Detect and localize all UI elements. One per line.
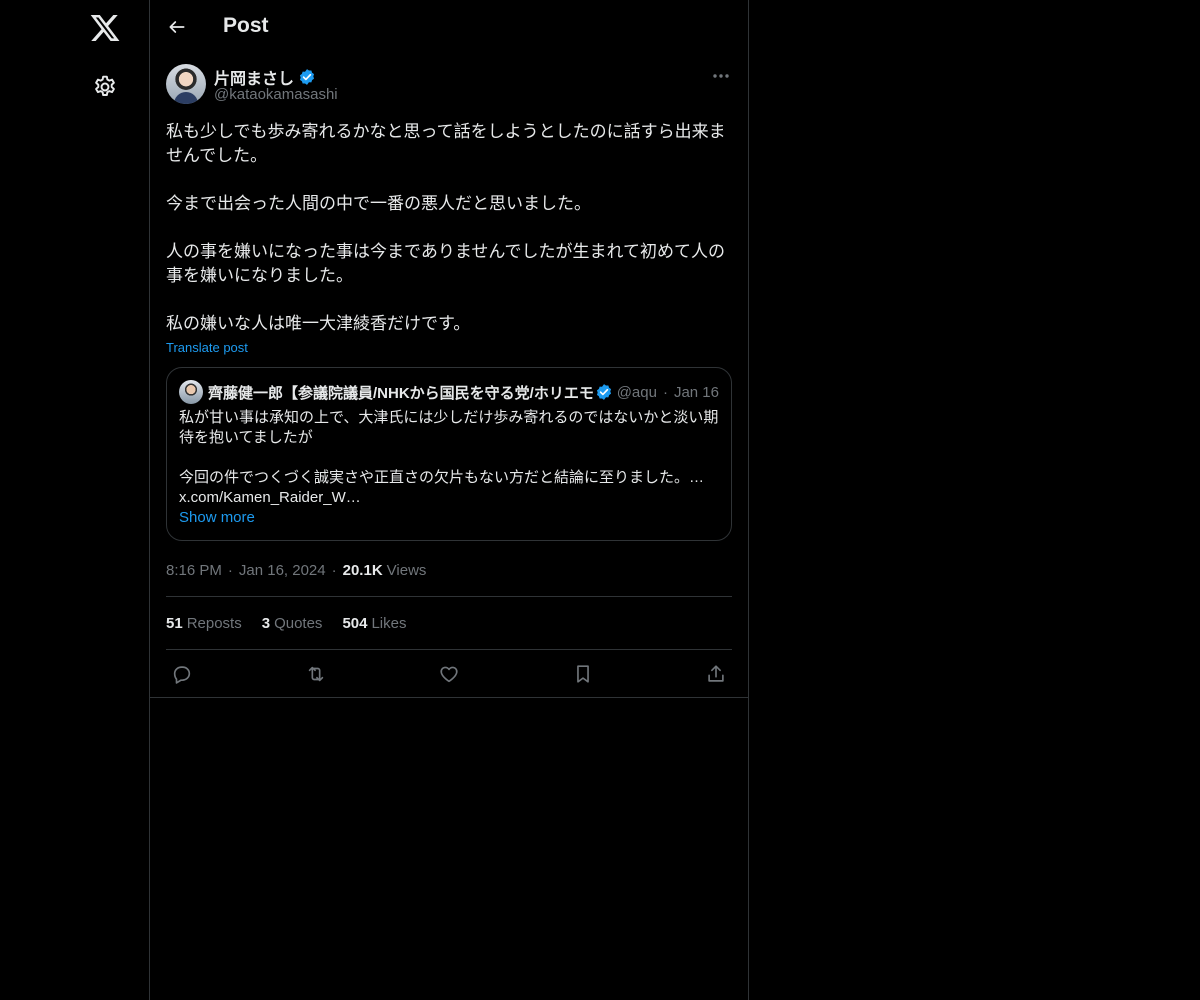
page-title: Post: [223, 14, 269, 37]
quotes-count: 3: [261, 614, 271, 632]
reposts-label: Reposts: [186, 614, 242, 632]
likes-stat[interactable]: 504 Likes: [342, 615, 406, 632]
reply-icon[interactable]: [171, 663, 193, 685]
app: Post 片岡まさし @kataokamasashi 私も少しでも歩み寄れるかな…: [0, 0, 1200, 1000]
quoted-author-handle[interactable]: @aqu: [617, 384, 657, 401]
quoted-author-name[interactable]: 齊藤健一郎【参議院議員/NHKから国民を守る党/ホリエモ: [208, 382, 593, 403]
separator-dot: ·: [662, 383, 668, 401]
x-logo-icon[interactable]: [89, 12, 121, 44]
share-icon[interactable]: [705, 663, 727, 685]
quotes-stat[interactable]: 3 Quotes: [262, 615, 323, 632]
views-label: Views: [386, 561, 427, 579]
post: 片岡まさし @kataokamasashi 私も少しでも歩み寄れるかなと思って話…: [150, 64, 748, 698]
post-author: 片岡まさし @kataokamasashi: [166, 64, 732, 116]
quoted-post[interactable]: 齊藤健一郎【参議院議員/NHKから国民を守る党/ホリエモ @aqu · Jan …: [166, 367, 732, 541]
page-header: Post: [150, 0, 748, 54]
post-time[interactable]: 8:16 PM: [166, 562, 222, 579]
verified-badge-icon[interactable]: [298, 68, 316, 86]
quoted-avatar[interactable]: [179, 380, 203, 404]
post-date[interactable]: Jan 16, 2024: [239, 562, 326, 579]
avatar[interactable]: [166, 64, 206, 104]
quoted-post-text: 私が甘い事は承知の上で、大津氏には少しだけ歩み寄れるのではないかと淡い期待を抱い…: [179, 409, 719, 506]
like-icon[interactable]: [438, 663, 460, 685]
quoted-post-date[interactable]: Jan 16: [674, 384, 719, 401]
quotes-label: Quotes: [274, 614, 323, 632]
main-column: Post 片岡まさし @kataokamasashi 私も少しでも歩み寄れるかな…: [149, 0, 749, 1000]
post-text: 私も少しでも歩み寄れるかなと思って話をしようとしたのに話すら出来ませんでした。 …: [166, 122, 726, 333]
bookmark-icon[interactable]: [572, 663, 594, 685]
gear-icon[interactable]: [92, 74, 118, 100]
left-rail: [0, 0, 150, 1000]
repost-icon[interactable]: [305, 663, 327, 685]
separator-dot: ·: [331, 561, 337, 579]
post-actions: [166, 650, 732, 697]
arrow-left-icon[interactable]: [164, 14, 190, 40]
reposts-count: 51: [166, 614, 183, 632]
divider: [150, 697, 748, 698]
translate-post-link[interactable]: Translate post: [166, 340, 248, 355]
show-more-link[interactable]: Show more: [179, 508, 719, 528]
more-icon[interactable]: [710, 66, 732, 86]
views-count: 20.1K: [342, 561, 383, 579]
separator-dot: ·: [227, 561, 233, 579]
likes-count: 504: [342, 614, 368, 632]
post-stats: 51 Reposts 3 Quotes 504 Likes: [166, 597, 732, 649]
verified-badge-icon: [595, 383, 613, 401]
author-handle[interactable]: @kataokamasashi: [214, 86, 338, 103]
quoted-post-header: 齊藤健一郎【参議院議員/NHKから国民を守る党/ホリエモ @aqu · Jan …: [179, 380, 719, 404]
post-meta: 8:16 PM · Jan 16, 2024 · 20.1K Views: [166, 559, 732, 581]
likes-label: Likes: [371, 614, 407, 632]
reposts-stat[interactable]: 51 Reposts: [166, 615, 242, 632]
